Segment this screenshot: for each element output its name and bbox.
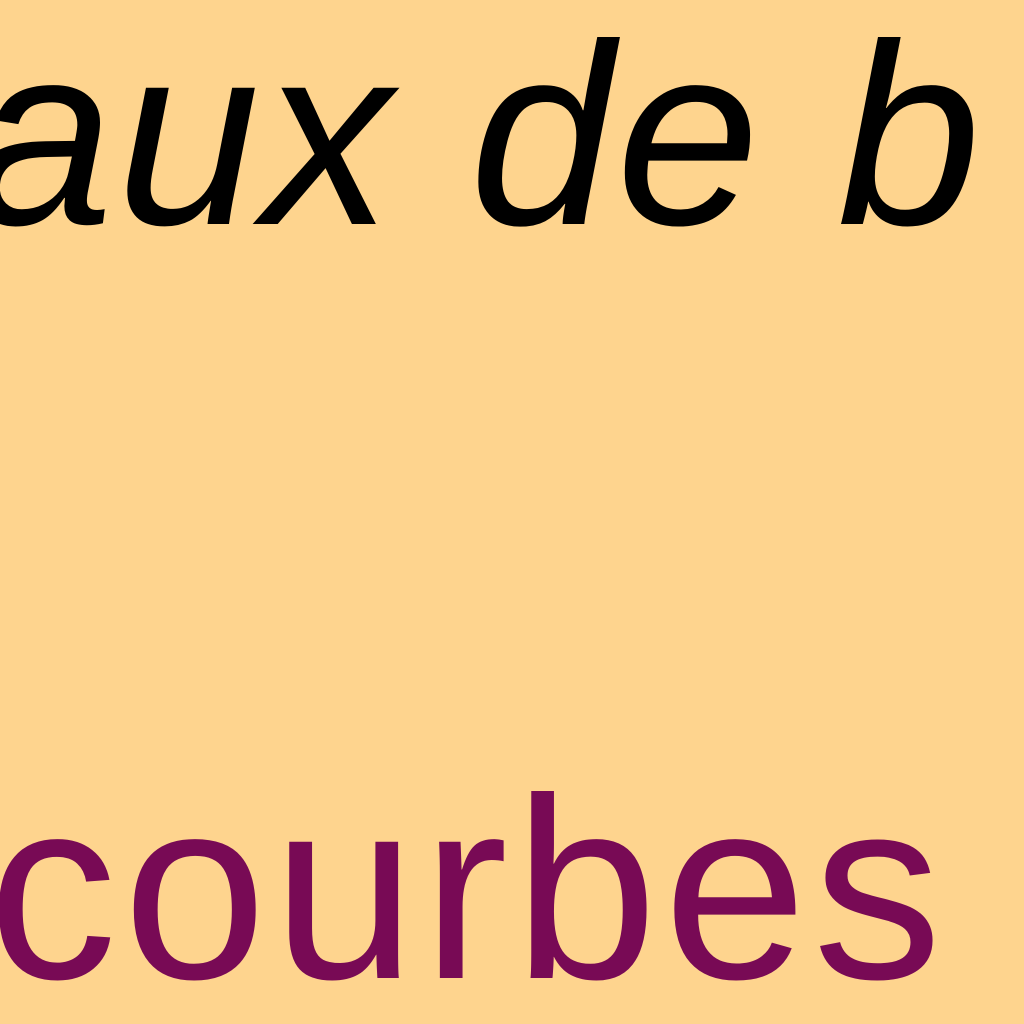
page-canvas: aux de b courbes <box>0 0 1024 1024</box>
subheading-fragment: courbes <box>0 744 948 1024</box>
heading-fragment: aux de b <box>0 0 984 279</box>
